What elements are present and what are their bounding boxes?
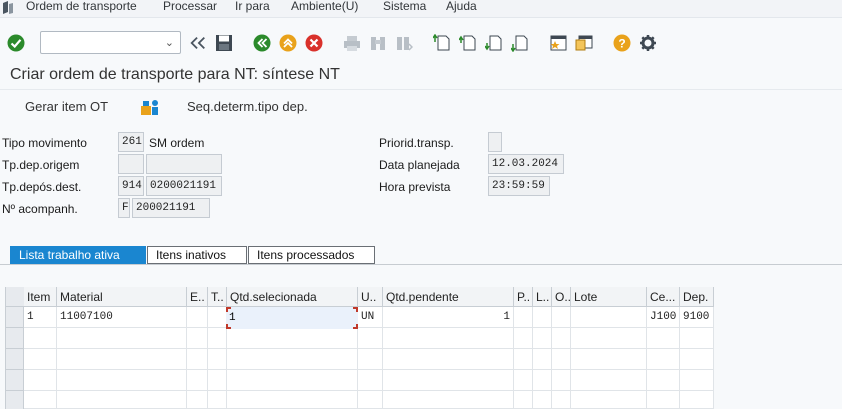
cell-o (552, 307, 571, 328)
menu-processar[interactable]: Processar (163, 0, 217, 13)
tp-depos-dest-field: 914 (118, 176, 144, 196)
cell-t (208, 307, 227, 328)
cell-qtd-pendente: 1 (383, 307, 514, 328)
n-acompanh-field: 200021191 (132, 198, 210, 218)
next-page-icon[interactable] (485, 34, 503, 52)
col-item[interactable]: Item (24, 287, 57, 307)
find-next-icon[interactable] (395, 34, 413, 52)
row-selector[interactable] (6, 349, 24, 370)
col-qtd-selecionada[interactable]: Qtd.selecionada (227, 287, 358, 307)
cell-p (514, 307, 533, 328)
hora-prevista-field: 23:59:59 (488, 176, 550, 196)
n-acompanh-type-field: F (118, 198, 130, 218)
col-ce[interactable]: Ce... (647, 287, 680, 307)
cell-l (533, 307, 552, 328)
cell-lote (571, 307, 647, 328)
worklist-table: Item Material E.. T.. Qtd.selecionada U.… (5, 287, 714, 409)
gerar-item-ot-button[interactable]: Gerar item OT (25, 99, 108, 114)
page-title: Criar ordem de transporte para NT: sínte… (10, 66, 340, 83)
history-back-icon[interactable] (189, 34, 207, 52)
cell-material: 11007100 (57, 307, 187, 328)
priorid-transp-field (488, 132, 502, 152)
cell-ce: J100 (647, 307, 680, 328)
tipo-movimento-desc: SM ordem (149, 136, 205, 150)
tipo-movimento-label: Tipo movimento (2, 136, 87, 150)
menu-ir-para[interactable]: Ir para (235, 0, 270, 13)
cell-item: 1 (24, 307, 57, 328)
col-l[interactable]: L.. (533, 287, 552, 307)
col-t[interactable]: T.. (208, 287, 227, 307)
tab-itens-inativos[interactable]: Itens inativos (147, 246, 247, 264)
col-u[interactable]: U.. (358, 287, 383, 307)
tab-divider (0, 264, 842, 265)
title-divider (0, 89, 842, 90)
menu-ordem-transporte[interactable]: Ordem de transporte (26, 0, 137, 13)
col-qtd-pendente[interactable]: Qtd.pendente (383, 287, 514, 307)
tp-depos-dest-label: Tp.depós.dest. (2, 180, 82, 194)
table-row[interactable] (24, 370, 714, 391)
tp-depos-dest-desc-field: 0200021191 (146, 176, 222, 196)
n-acompanh-label: Nº acompanh. (2, 202, 78, 216)
save-icon[interactable] (215, 34, 233, 52)
check-icon[interactable] (7, 34, 25, 52)
command-field[interactable]: ⌄ (40, 31, 181, 54)
select-all-cell[interactable] (6, 287, 24, 307)
previous-page-icon[interactable] (459, 34, 477, 52)
assign-storage-icon[interactable] (140, 98, 160, 116)
print-icon[interactable] (343, 34, 361, 52)
cancel-icon[interactable] (305, 34, 323, 52)
tipo-movimento-field: 261 (118, 132, 144, 152)
row-selector[interactable] (6, 307, 24, 328)
col-material[interactable]: Material (57, 287, 187, 307)
svg-text:?: ? (618, 37, 625, 51)
hora-prevista-label: Hora prevista (379, 180, 451, 194)
last-page-icon[interactable] (511, 34, 529, 52)
tab-lista-trabalho-ativa[interactable]: Lista trabalho ativa (10, 246, 146, 264)
row-selector[interactable] (6, 391, 24, 409)
tp-dep-origem-desc-field (146, 154, 222, 174)
menu-bar: Ordem de transporte Processar Ir para Am… (0, 0, 842, 18)
priorid-transp-label: Priorid.transp. (379, 136, 454, 150)
new-session-icon[interactable] (575, 34, 593, 52)
data-planejada-field: 12.03.2024 (488, 154, 564, 174)
cell-u: UN (358, 307, 383, 328)
menu-ambiente[interactable]: Ambiente(U) (291, 0, 358, 13)
data-planejada-label: Data planejada (379, 158, 460, 172)
row-selector[interactable] (6, 370, 24, 391)
cell-dep: 9100 (680, 307, 714, 328)
col-lote[interactable]: Lote (571, 287, 647, 307)
sap-menu-icon[interactable] (2, 1, 14, 14)
tab-itens-processados[interactable]: Itens processados (248, 246, 375, 264)
col-dep[interactable]: Dep. (680, 287, 714, 307)
first-page-icon[interactable] (433, 34, 451, 52)
chevron-down-icon[interactable]: ⌄ (165, 36, 174, 49)
find-icon[interactable] (369, 34, 387, 52)
table-row[interactable] (24, 328, 714, 349)
tp-dep-origem-label: Tp.dep.origem (2, 158, 80, 172)
menu-sistema[interactable]: Sistema (383, 0, 426, 13)
table-row[interactable] (24, 349, 714, 370)
tp-dep-origem-field (118, 154, 144, 174)
table-row[interactable]: 1 11007100 UN 1 J100 9100 (24, 307, 714, 328)
seq-determ-tipo-dep-button[interactable]: Seq.determ.tipo dep. (187, 99, 308, 114)
cell-e (187, 307, 208, 328)
back-icon[interactable] (253, 34, 271, 52)
bookmark-icon[interactable] (549, 34, 567, 52)
qtd-selecionada-input-cell[interactable] (226, 307, 358, 329)
exit-icon[interactable] (279, 34, 297, 52)
table-header: Item Material E.. T.. Qtd.selecionada U.… (6, 287, 714, 307)
col-e[interactable]: E.. (187, 287, 208, 307)
qtd-selecionada-input[interactable] (229, 310, 349, 326)
table-row[interactable] (24, 391, 714, 409)
settings-icon[interactable] (639, 34, 657, 52)
row-selector[interactable] (6, 328, 24, 349)
col-o[interactable]: O.. (552, 287, 571, 307)
menu-ajuda[interactable]: Ajuda (446, 0, 477, 13)
help-icon[interactable]: ? (613, 34, 631, 52)
col-p[interactable]: P.. (514, 287, 533, 307)
